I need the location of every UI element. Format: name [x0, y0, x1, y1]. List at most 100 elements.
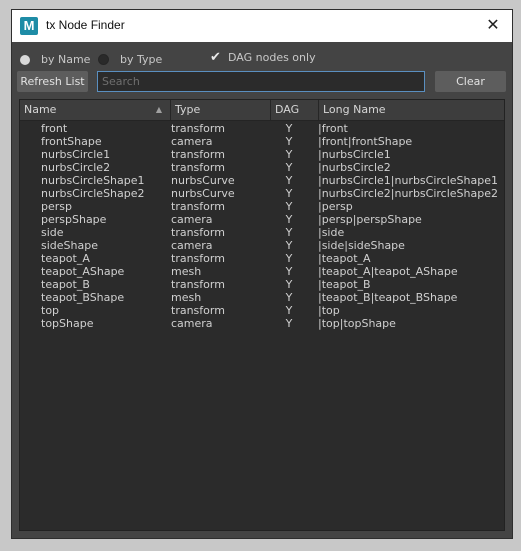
refresh-list-button[interactable]: Refresh List	[17, 71, 88, 92]
cell-long-name: |persp|perspShape	[318, 213, 422, 226]
by-name-radio[interactable]: by Name	[20, 53, 90, 66]
close-button[interactable]: ✕	[482, 14, 504, 36]
column-header-long-name[interactable]: Long Name	[319, 100, 504, 120]
cell-long-name: |teapot_A|teapot_AShape	[318, 265, 458, 278]
cell-dag: Y	[285, 174, 293, 187]
node-table: Name ▲ Type DAG Long Name front transform…	[19, 99, 505, 531]
cell-name: nurbsCircle1	[41, 148, 111, 161]
title-bar: M tx Node Finder ✕	[12, 10, 512, 42]
cell-dag: Y	[285, 304, 293, 317]
cell-long-name: |teapot_A	[318, 252, 371, 265]
table-row[interactable]: side transform Y |side	[20, 226, 504, 239]
table-row[interactable]: nurbsCircle1 transform Y |nurbsCircle1	[20, 148, 504, 161]
window-title: tx Node Finder	[46, 18, 125, 32]
cell-type: camera	[171, 213, 213, 226]
cell-name: teapot_BShape	[41, 291, 125, 304]
dag-nodes-only-label: DAG nodes only	[228, 51, 316, 64]
cell-type: camera	[171, 239, 213, 252]
cell-name: top	[41, 304, 60, 317]
cell-dag: Y	[285, 265, 293, 278]
dag-nodes-only-checkbox[interactable]: ✔ DAG nodes only	[209, 51, 316, 64]
cell-type: nurbsCurve	[171, 174, 235, 187]
cell-name: persp	[41, 200, 72, 213]
table-row[interactable]: teapot_BShape mesh Y |teapot_B|teapot_BShap…	[20, 291, 504, 304]
cell-dag: Y	[285, 226, 293, 239]
table-row[interactable]: nurbsCircleShape2 nurbsCurve Y |nurbsCircle…	[20, 187, 504, 200]
cell-long-name: |nurbsCircle2	[318, 161, 391, 174]
table-body: front transform Y |front frontShape camera Y |f…	[20, 122, 504, 330]
cell-dag: Y	[285, 252, 293, 265]
by-name-label: by Name	[41, 53, 91, 66]
cell-long-name: |front|frontShape	[318, 135, 413, 148]
table-row[interactable]: teapot_A transform Y |teapot_A	[20, 252, 504, 265]
search-input[interactable]: Search	[97, 71, 425, 92]
table-row[interactable]: frontShape camera Y |front|frontShape	[20, 135, 504, 148]
cell-name: topShape	[41, 317, 94, 330]
cell-dag: Y	[285, 291, 293, 304]
table-row[interactable]: teapot_AShape mesh Y |teapot_A|teapot_AShap…	[20, 265, 504, 278]
cell-type: mesh	[171, 291, 202, 304]
cell-type: mesh	[171, 265, 202, 278]
table-row[interactable]: persp transform Y |persp	[20, 200, 504, 213]
by-type-label: by Type	[120, 53, 163, 66]
radio-unselected-icon	[98, 54, 109, 65]
table-row[interactable]: nurbsCircleShape1 nurbsCurve Y |nurbsCircle…	[20, 174, 504, 187]
table-header: Name ▲ Type DAG Long Name	[20, 100, 504, 121]
cell-dag: Y	[285, 135, 293, 148]
cell-dag: Y	[285, 148, 293, 161]
cell-type: nurbsCurve	[171, 187, 235, 200]
cell-type: camera	[171, 135, 213, 148]
cell-dag: Y	[285, 213, 293, 226]
clear-button[interactable]: Clear	[435, 71, 506, 92]
cell-name: frontShape	[41, 135, 102, 148]
column-header-dag[interactable]: DAG	[271, 100, 319, 120]
table-row[interactable]: teapot_B transform Y |teapot_B	[20, 278, 504, 291]
radio-selected-icon	[20, 54, 30, 65]
cell-name: teapot_AShape	[41, 265, 125, 278]
cell-type: transform	[171, 252, 225, 265]
cell-name: front	[41, 122, 68, 135]
cell-type: transform	[171, 148, 225, 161]
cell-dag: Y	[285, 187, 293, 200]
table-row[interactable]: sideShape camera Y |side|sideShape	[20, 239, 504, 252]
table-row[interactable]: perspShape camera Y |persp|perspShape	[20, 213, 504, 226]
cell-type: transform	[171, 161, 225, 174]
cell-type: transform	[171, 226, 225, 239]
cell-dag: Y	[285, 317, 293, 330]
sort-ascending-icon: ▲	[155, 105, 162, 114]
cell-type: transform	[171, 122, 225, 135]
cell-dag: Y	[285, 239, 293, 252]
node-finder-window: M tx Node Finder ✕ by Name by Type ✔ DAG…	[11, 9, 513, 539]
cell-long-name: |top	[318, 304, 340, 317]
cell-long-name: |teapot_B|teapot_BShape	[318, 291, 458, 304]
cell-long-name: |nurbsCircle1|nurbsCircleShape1	[318, 174, 498, 187]
cell-name: teapot_B	[41, 278, 90, 291]
cell-name: teapot_A	[41, 252, 90, 265]
cell-long-name: |side|sideShape	[318, 239, 405, 252]
cell-long-name: |nurbsCircle1	[318, 148, 391, 161]
table-row[interactable]: topShape camera Y |top|topShape	[20, 317, 504, 330]
cell-type: transform	[171, 278, 225, 291]
cell-dag: Y	[285, 161, 293, 174]
by-type-radio[interactable]: by Type	[98, 53, 162, 66]
cell-dag: Y	[285, 200, 293, 213]
cell-dag: Y	[285, 122, 293, 135]
checkmark-icon: ✔	[210, 50, 221, 65]
column-header-name-label: Name	[24, 103, 57, 116]
cell-long-name: |teapot_B	[318, 278, 371, 291]
maya-app-icon: M	[20, 17, 38, 35]
table-row[interactable]: nurbsCircle2 transform Y |nurbsCircle2	[20, 161, 504, 174]
cell-long-name: |front	[318, 122, 348, 135]
cell-dag: Y	[285, 278, 293, 291]
cell-type: transform	[171, 200, 225, 213]
column-header-name[interactable]: Name ▲	[20, 100, 171, 120]
cell-name: sideShape	[41, 239, 98, 252]
cell-name: perspShape	[41, 213, 107, 226]
cell-name: nurbsCircle2	[41, 161, 111, 174]
cell-type: camera	[171, 317, 213, 330]
cell-long-name: |top|topShape	[318, 317, 396, 330]
cell-name: nurbsCircleShape2	[41, 187, 145, 200]
table-row[interactable]: front transform Y |front	[20, 122, 504, 135]
column-header-type[interactable]: Type	[171, 100, 271, 120]
table-row[interactable]: top transform Y |top	[20, 304, 504, 317]
